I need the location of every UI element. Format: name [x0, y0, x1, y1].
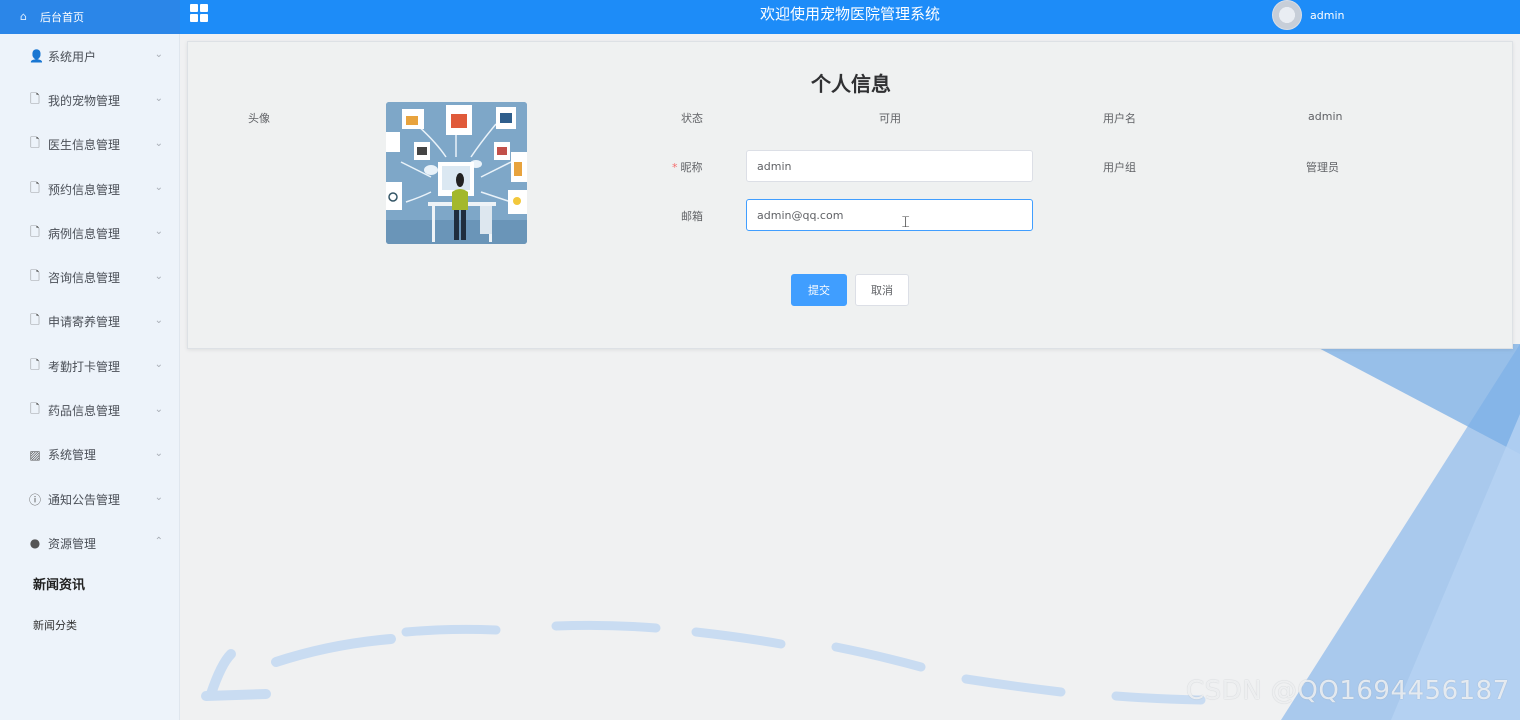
username-field-label: 用户名	[1103, 112, 1136, 125]
chevron-down-icon: ⌄	[154, 492, 163, 504]
document-icon: 🗋	[30, 136, 40, 151]
email-label: 邮箱	[681, 210, 703, 223]
chevron-down-icon: ⌄	[154, 270, 163, 282]
sidebar-item[interactable]: 🗋 医生信息管理 ⌄	[0, 123, 179, 167]
sidebar-menu: 👤 系统用户 ⌄ 🗋 我的宠物管理 ⌄ 🗋 医生信息管理 ⌄ 🗋 预约信息管理 ⌄ 🗋 病例信息管理 ⌄ 🗋 咨…	[0, 34, 179, 566]
sidebar-item-label: 预约信息管理	[48, 182, 121, 197]
sidebar-item-label: 医生信息管理	[48, 138, 121, 153]
sidebar-item-label: 药品信息管理	[48, 404, 121, 419]
profile-card: 个人信息 头像 状态 可用 用户名 admin * 昵称 admin 用户组 管…	[187, 41, 1513, 349]
sidebar-item-label: 我的宠物管理	[48, 93, 121, 108]
home-link[interactable]: ⌂ 后台首页	[0, 0, 180, 34]
sidebar-item[interactable]: ▨ 系统管理 ⌄	[0, 433, 179, 477]
sidebar-item-label: 通知公告管理	[48, 492, 121, 507]
chevron-down-icon: ⌄	[154, 447, 163, 459]
nickname-label: * 昵称	[672, 159, 703, 175]
menu-toggle-icon[interactable]	[190, 4, 208, 22]
usergroup-label: 用户组	[1103, 161, 1136, 174]
page-title: 欢迎使用宠物医院管理系统	[759, 5, 940, 23]
sidebar-item[interactable]: ● 资源管理 ⌃	[0, 521, 179, 565]
chevron-down-icon: ⌄	[154, 226, 163, 238]
document-icon: 🗋	[30, 402, 40, 417]
chevron-down-icon: ⌄	[154, 314, 163, 326]
location-pin-icon: ●	[29, 536, 41, 551]
chevron-down-icon: ⌄	[154, 93, 163, 105]
required-mark: *	[672, 161, 678, 174]
user-icon: 👤	[29, 49, 44, 64]
sidebar-item[interactable]: 🗋 考勤打卡管理 ⌄	[0, 344, 179, 388]
chevron-down-icon: ⌄	[154, 137, 163, 149]
sidebar-item-label: 病例信息管理	[48, 226, 121, 241]
sidebar-item-label: 系统用户	[48, 49, 97, 64]
sidebar-item[interactable]: 🗋 我的宠物管理 ⌄	[0, 78, 179, 122]
username-label: admin	[1310, 8, 1345, 22]
sidebar-item[interactable]: 🗋 病例信息管理 ⌄	[0, 211, 179, 255]
cancel-button[interactable]: 取消	[855, 274, 909, 306]
email-input[interactable]	[746, 199, 1033, 231]
sidebar-item-label: 咨询信息管理	[48, 271, 121, 286]
home-icon: ⌂	[20, 10, 27, 23]
nickname-input[interactable]	[746, 150, 1033, 182]
watermark: CSDN @QQ1694456187	[1186, 676, 1510, 706]
status-label: 状态	[681, 112, 703, 125]
sidebar-item[interactable]: 👤 系统用户 ⌄	[0, 34, 179, 78]
sidebar-submenu: 新闻资讯 新闻分类	[0, 566, 179, 646]
sidebar-item-label: 申请寄养管理	[48, 315, 121, 330]
card-title: 个人信息	[811, 72, 891, 96]
status-value: 可用	[879, 112, 901, 125]
document-icon: 🗋	[30, 357, 40, 372]
user-menu[interactable]: admin	[1272, 0, 1344, 30]
chevron-down-icon: ⌄	[154, 359, 163, 371]
sidebar-item[interactable]: 🗋 药品信息管理 ⌄	[0, 388, 179, 432]
username-value: admin	[1308, 110, 1343, 123]
info-circle-icon: ⓘ	[29, 492, 42, 507]
sidebar-item[interactable]: ⓘ 通知公告管理 ⌄	[0, 477, 179, 521]
sidebar: 👤 系统用户 ⌄ 🗋 我的宠物管理 ⌄ 🗋 医生信息管理 ⌄ 🗋 预约信息管理 ⌄ 🗋 病例信息管理 ⌄ 🗋 咨…	[0, 34, 180, 720]
submit-button[interactable]: 提交	[791, 274, 847, 306]
avatar-label: 头像	[248, 112, 270, 125]
home-label: 后台首页	[40, 11, 84, 24]
sidebar-item-label: 考勤打卡管理	[48, 359, 121, 374]
avatar-illustration-icon	[386, 102, 527, 244]
avatar-image[interactable]	[386, 102, 527, 244]
picture-icon: ▨	[29, 447, 41, 462]
chevron-down-icon: ⌄	[154, 182, 163, 194]
sidebar-subitem[interactable]: 新闻分类	[0, 606, 179, 646]
document-icon: 🗋	[30, 91, 40, 106]
usergroup-value: 管理员	[1306, 161, 1339, 174]
sidebar-item[interactable]: 🗋 申请寄养管理 ⌄	[0, 300, 179, 344]
sidebar-item-label: 系统管理	[48, 448, 97, 463]
sidebar-subitem[interactable]: 新闻资讯	[0, 566, 179, 606]
sidebar-item[interactable]: 🗋 预约信息管理 ⌄	[0, 167, 179, 211]
document-icon: 🗋	[30, 224, 40, 239]
text-cursor-icon: 𝙸	[900, 212, 912, 231]
sidebar-item-label: 资源管理	[48, 536, 97, 551]
document-icon: 🗋	[30, 313, 40, 328]
document-icon: 🗋	[30, 269, 40, 284]
chevron-down-icon: ⌄	[154, 49, 163, 61]
chevron-down-icon: ⌄	[154, 403, 163, 415]
sidebar-item[interactable]: 🗋 咨询信息管理 ⌄	[0, 255, 179, 299]
avatar	[1272, 0, 1302, 30]
top-navbar: ⌂ 后台首页 欢迎使用宠物医院管理系统 admin	[0, 0, 1520, 34]
chevron-up-icon: ⌃	[154, 536, 163, 548]
document-icon: 🗋	[30, 180, 40, 195]
nickname-label-text: 昵称	[680, 161, 703, 174]
